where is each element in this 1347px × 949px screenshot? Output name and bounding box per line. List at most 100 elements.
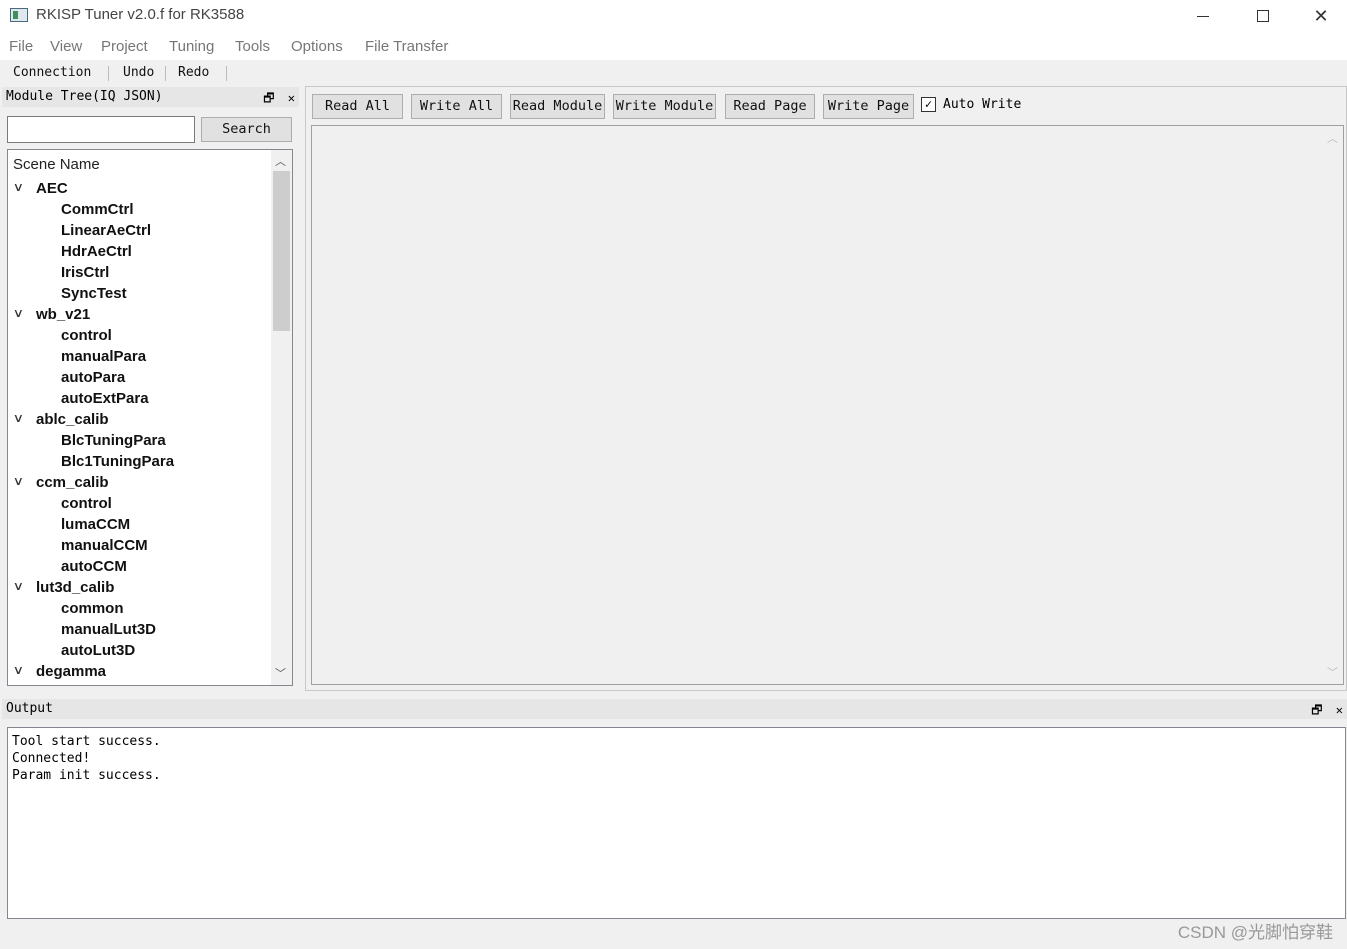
- close-button[interactable]: ✕: [1298, 0, 1344, 32]
- tree-item-label: autoCCM: [61, 558, 127, 575]
- tree-item[interactable]: manualPara: [8, 347, 270, 368]
- tree-item[interactable]: HdrAeCtrl: [8, 242, 270, 263]
- tree-item[interactable]: autoPara: [8, 368, 270, 389]
- log-line: Param init success.: [12, 768, 161, 783]
- menu-tools[interactable]: Tools: [235, 38, 270, 55]
- auto-write-label: Auto Write: [943, 97, 1022, 112]
- tree-item-label: control: [61, 495, 112, 512]
- chevron-down-icon[interactable]: ∨: [13, 306, 24, 320]
- tree-item-label: Blc1TuningPara: [61, 453, 175, 470]
- menu-tuning[interactable]: Tuning: [169, 38, 214, 55]
- tree-item-label: LinearAeCtrl: [61, 222, 152, 239]
- tree-item[interactable]: LinearAeCtrl: [8, 221, 270, 242]
- write-page-button[interactable]: Write Page: [823, 94, 914, 119]
- tree-item-label: HdrAeCtrl: [61, 243, 132, 260]
- tree-item[interactable]: control: [8, 494, 270, 515]
- tree-item[interactable]: manualCCM: [8, 536, 270, 557]
- tree-item-label: lut3d_calib: [36, 579, 115, 596]
- checkbox-check-icon[interactable]: ✓: [921, 97, 936, 112]
- menu-options[interactable]: Options: [291, 38, 343, 55]
- tree-item-label: common: [61, 600, 124, 617]
- tree-item[interactable]: autoCCM: [8, 557, 270, 578]
- tree-item-label: degamma: [36, 663, 107, 680]
- toolbar-separator: [226, 66, 227, 81]
- search-button[interactable]: Search: [201, 117, 292, 142]
- tree-item-label: autoExtPara: [61, 390, 149, 407]
- window-title: RKISP Tuner v2.0.f for RK3588: [36, 6, 245, 23]
- tuning-content-area: ︿ ﹀: [311, 125, 1344, 685]
- chevron-down-icon[interactable]: ∨: [13, 411, 24, 425]
- close-dock-icon[interactable]: ✕: [288, 91, 295, 105]
- tree-item-label: BlcTuningPara: [61, 432, 166, 449]
- tree-group[interactable]: ∨ wb_v21: [8, 305, 270, 326]
- scroll-up-icon[interactable]: ︿: [275, 153, 286, 169]
- output-dock-title: Output 🗗 ✕: [2, 699, 1347, 719]
- tree-group[interactable]: ∨ degamma: [8, 662, 270, 683]
- toolbar-separator: [108, 66, 109, 81]
- minimize-button[interactable]: [1180, 0, 1226, 32]
- chevron-down-icon[interactable]: ∨: [13, 579, 24, 593]
- module-tree-dock-title: Module Tree(IQ JSON) 🗗 ✕: [2, 87, 299, 107]
- read-page-button[interactable]: Read Page: [725, 94, 815, 119]
- tree-group[interactable]: ∨ ablc_calib: [8, 410, 270, 431]
- tree-scrollbar[interactable]: ︿ ﹀: [271, 150, 292, 685]
- float-dock-icon[interactable]: 🗗: [1311, 703, 1322, 717]
- tree-item-label: ablc_calib: [36, 411, 109, 428]
- chevron-down-icon[interactable]: ∨: [13, 180, 24, 194]
- tree-item[interactable]: BlcTuningPara: [8, 431, 270, 452]
- tree-item-label: autoPara: [61, 369, 126, 386]
- minimize-icon: [1197, 15, 1209, 17]
- write-module-button[interactable]: Write Module: [613, 94, 716, 119]
- tree-item[interactable]: common: [8, 599, 270, 620]
- tree-item-label: CommCtrl: [61, 201, 134, 218]
- scroll-down-icon[interactable]: ﹀: [275, 665, 286, 681]
- search-input[interactable]: [7, 116, 195, 143]
- tree-item[interactable]: lumaCCM: [8, 515, 270, 536]
- toolbar-separator: [165, 66, 166, 81]
- tree-item-label: ccm_calib: [36, 474, 109, 491]
- menu-file-transfer[interactable]: File Transfer: [365, 38, 448, 55]
- tree-item-label: lumaCCM: [61, 516, 131, 533]
- scrollbar-thumb[interactable]: [273, 171, 290, 331]
- tree-item-label: manualLut3D: [61, 621, 157, 638]
- tree-item[interactable]: SyncTest: [8, 284, 270, 305]
- tree-item-label: control: [61, 327, 112, 344]
- tree-group[interactable]: ∨ lut3d_calib: [8, 578, 270, 599]
- read-all-button[interactable]: Read All: [312, 94, 403, 119]
- output-log[interactable]: Tool start success. Connected! Param ini…: [7, 727, 1346, 919]
- maximize-button[interactable]: [1240, 0, 1286, 32]
- tree-group[interactable]: ∨ ccm_calib: [8, 473, 270, 494]
- menu-project[interactable]: Project: [101, 38, 148, 55]
- tree-item[interactable]: autoExtPara: [8, 389, 270, 410]
- tree-item-label: AEC: [36, 180, 68, 197]
- log-line: Connected!: [12, 751, 91, 766]
- module-tree-title: Module Tree(IQ JSON): [6, 89, 163, 104]
- write-all-button[interactable]: Write All: [411, 94, 502, 119]
- scroll-down-icon[interactable]: ﹀: [1327, 664, 1338, 680]
- watermark: CSDN @光脚怕穿鞋: [1177, 923, 1333, 942]
- tree-item[interactable]: autoLut3D: [8, 641, 270, 662]
- chevron-down-icon[interactable]: ∨: [13, 663, 24, 677]
- app-icon: [10, 8, 28, 22]
- tree-item[interactable]: IrisCtrl: [8, 263, 270, 284]
- tree-item[interactable]: manualLut3D: [8, 620, 270, 641]
- tree-item[interactable]: control: [8, 326, 270, 347]
- menu-bar: File View Project Tuning Tools Options F…: [0, 32, 1347, 60]
- undo-button[interactable]: Undo: [123, 65, 154, 80]
- log-line: Tool start success.: [12, 734, 161, 749]
- scroll-up-icon[interactable]: ︿: [1327, 130, 1338, 146]
- chevron-down-icon[interactable]: ∨: [13, 474, 24, 488]
- menu-view[interactable]: View: [50, 38, 82, 55]
- float-dock-icon[interactable]: 🗗: [263, 91, 274, 105]
- tree-item[interactable]: CommCtrl: [8, 200, 270, 221]
- close-icon: ✕: [1313, 5, 1329, 26]
- menu-file[interactable]: File: [9, 38, 33, 55]
- tree-group[interactable]: ∨ AEC: [8, 179, 270, 200]
- content-scrollbar[interactable]: ︿ ﹀: [1322, 126, 1343, 684]
- read-module-button[interactable]: Read Module: [510, 94, 605, 119]
- redo-button[interactable]: Redo: [178, 65, 209, 80]
- tree-item-label: SyncTest: [61, 285, 127, 302]
- connection-button[interactable]: Connection: [13, 65, 91, 80]
- close-dock-icon[interactable]: ✕: [1336, 703, 1343, 717]
- tree-item[interactable]: Blc1TuningPara: [8, 452, 270, 473]
